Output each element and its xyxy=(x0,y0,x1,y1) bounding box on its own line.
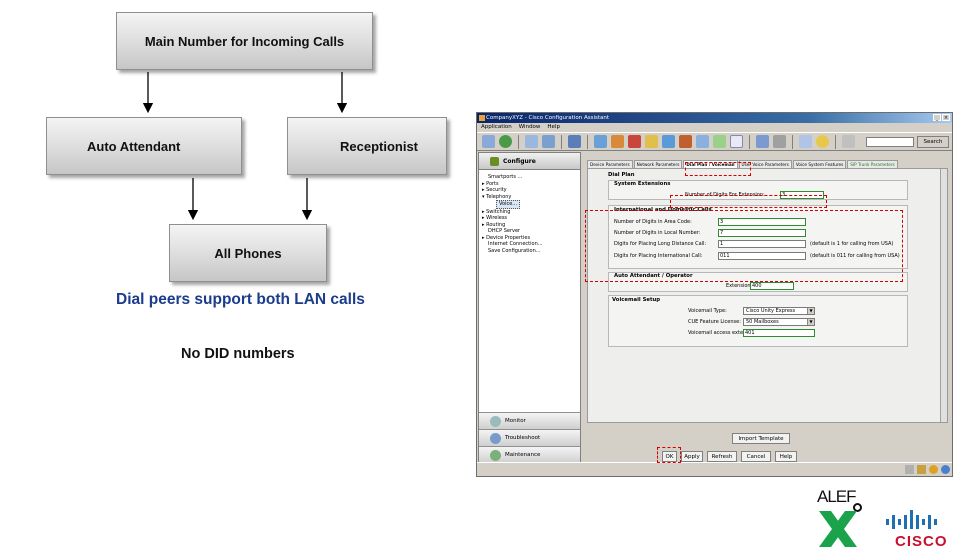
menu-help[interactable]: Help xyxy=(547,123,560,132)
status-pencil-icon xyxy=(917,465,926,474)
import-template-button[interactable]: Import Template xyxy=(732,433,790,444)
monitor-icon xyxy=(490,416,501,427)
chevron-down-icon: ▼ xyxy=(807,319,814,325)
system-extensions-title: System Extensions xyxy=(614,181,671,187)
tools-icon[interactable] xyxy=(773,135,786,148)
inventory-icon[interactable] xyxy=(542,135,555,148)
save-icon[interactable] xyxy=(568,135,581,148)
app-icon xyxy=(479,115,485,121)
wireless-icon[interactable] xyxy=(696,135,709,148)
help-icon[interactable] xyxy=(816,135,829,148)
topology-icon[interactable] xyxy=(525,135,538,148)
users-icon[interactable] xyxy=(611,135,624,148)
smartports-icon[interactable] xyxy=(662,135,675,148)
cca-window: CompanyXYZ - Cisco Configuration Assista… xyxy=(476,112,953,477)
voicemail-type-select[interactable]: Cisco Unity Express ▼ xyxy=(743,307,815,315)
configure-icon xyxy=(490,157,499,166)
wand-icon[interactable] xyxy=(482,135,495,148)
menu-window[interactable]: Window xyxy=(519,123,541,132)
cue-license-value: 50 Mailboxes xyxy=(746,319,779,325)
cue-license-select[interactable]: 50 Mailboxes ▼ xyxy=(743,318,815,326)
highlight-extension-digits xyxy=(670,195,827,208)
cisco-bars-mark xyxy=(886,510,937,529)
chart-icon[interactable] xyxy=(645,135,658,148)
toolbar: Search xyxy=(477,132,952,151)
navigation-pane: Configure Smartports ... ▸ Ports ▸ Secur… xyxy=(478,152,581,463)
alef-logo-mark xyxy=(819,511,857,547)
tree-item-voice[interactable]: Voice... xyxy=(496,200,521,209)
tab-sip-trunk-parameters[interactable]: SIP Trunk Parameters xyxy=(847,160,898,168)
config-icon[interactable] xyxy=(594,135,607,148)
status-help-icon xyxy=(941,465,950,474)
cisco-logo-text: CISCO xyxy=(895,533,948,550)
tree-item-save-configuration[interactable]: Save Configuration... xyxy=(482,248,543,255)
feature-tree: Smartports ... ▸ Ports ▸ Security ▾ Tele… xyxy=(482,174,543,254)
network-icon[interactable] xyxy=(756,135,769,148)
edit-icon[interactable] xyxy=(842,135,855,148)
refresh-icon[interactable] xyxy=(499,135,512,148)
tab-network-parameters[interactable]: Network Parameters xyxy=(633,160,683,168)
alert-icon[interactable] xyxy=(628,135,641,148)
alef-logo: ALEF xyxy=(815,487,875,553)
voicemail-type-value: Cisco Unity Express xyxy=(746,308,796,314)
minimize-button[interactable]: _ xyxy=(933,114,941,121)
tree-item-internet-connection[interactable]: Internet Connection... xyxy=(482,241,543,248)
configure-header[interactable]: Configure xyxy=(479,153,580,170)
chevron-down-icon: ▼ xyxy=(807,308,814,314)
voicemail-type-label: Voicemail Type: xyxy=(688,308,727,314)
search-button[interactable]: Search xyxy=(917,136,949,148)
dial-plan-title: Dial Plan xyxy=(608,172,635,178)
menu-bar: Application Window Help xyxy=(477,123,952,132)
security-icon[interactable] xyxy=(679,135,692,148)
cisco-logo: CISCO xyxy=(878,510,953,554)
cancel-button[interactable]: Cancel xyxy=(741,451,771,462)
voicemail-title: Voicemail Setup xyxy=(612,297,661,303)
configure-label: Configure xyxy=(503,158,536,165)
maintenance-icon xyxy=(490,450,501,461)
phone-icon[interactable] xyxy=(713,135,726,148)
nav-troubleshoot[interactable]: Troubleshoot xyxy=(479,429,580,446)
highlight-international-calls xyxy=(585,210,903,282)
status-wand-icon xyxy=(905,465,914,474)
window-title: CompanyXYZ - Cisco Configuration Assista… xyxy=(486,115,610,121)
search-input[interactable] xyxy=(866,137,914,147)
document-icon[interactable] xyxy=(730,135,743,148)
refresh-button[interactable]: Refresh xyxy=(707,451,737,462)
panel-scrollbar[interactable] xyxy=(940,169,947,422)
highlight-ok-button xyxy=(657,447,681,463)
close-button[interactable]: × xyxy=(942,114,950,121)
tab-device-parameters[interactable]: Device Parameters xyxy=(587,160,633,168)
status-bar xyxy=(477,462,952,476)
lan-calls-caption: Dial peers support both LAN calls xyxy=(116,291,365,308)
status-info-icon xyxy=(929,465,938,474)
nav-monitor[interactable]: Monitor xyxy=(479,412,580,429)
aa-extension-input[interactable]: 400 xyxy=(750,282,794,290)
help-button[interactable]: Help xyxy=(775,451,797,462)
alef-logo-text: ALEF xyxy=(817,487,857,506)
cue-license-label: CUE Feature License: xyxy=(688,319,741,325)
aa-extension-label: Extension: xyxy=(726,283,753,289)
troubleshoot-icon xyxy=(490,433,501,444)
no-did-caption: No DID numbers xyxy=(181,346,295,362)
apply-button[interactable]: Apply xyxy=(681,451,703,462)
window-titlebar: CompanyXYZ - Cisco Configuration Assista… xyxy=(477,113,952,123)
tab-voice-system-features[interactable]: Voice System Features xyxy=(792,160,847,168)
highlight-dial-plan-tab xyxy=(685,162,751,176)
list-icon[interactable] xyxy=(799,135,812,148)
menu-application[interactable]: Application xyxy=(481,123,512,132)
voicemail-access-input[interactable]: 401 xyxy=(743,329,815,337)
nav-maintenance[interactable]: Maintenance xyxy=(479,446,580,463)
